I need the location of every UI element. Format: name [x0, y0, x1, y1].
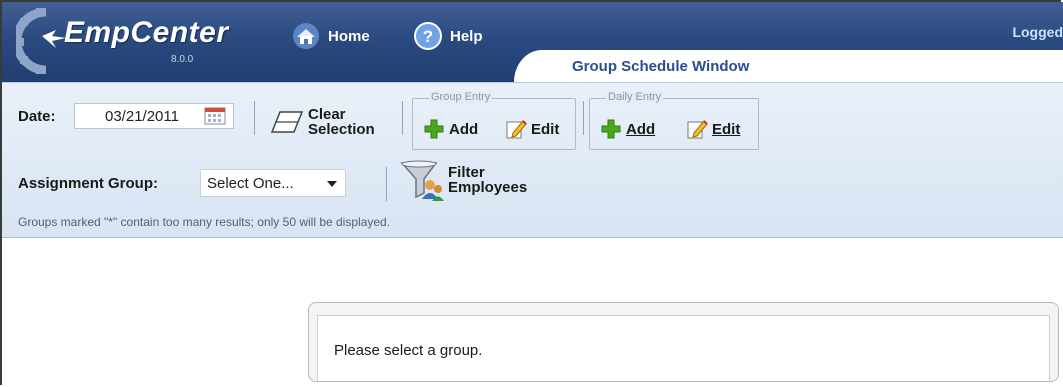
clear-selection-label-1: Clear	[308, 106, 346, 123]
filter-employees-label-1: Filter	[448, 164, 485, 181]
filter-icon	[400, 160, 444, 201]
date-value: 03/21/2011	[105, 108, 179, 125]
logged-in-text: Logged	[1012, 24, 1063, 40]
group-entry-edit-label: Edit	[531, 120, 560, 138]
edit-icon	[506, 120, 527, 139]
home-icon	[293, 23, 319, 49]
daily-entry-edit-label: Edit	[712, 120, 741, 138]
nav-home-link[interactable]: Home	[292, 22, 370, 50]
groups-note: Groups marked "*" contain too many resul…	[18, 215, 391, 229]
nav-help-link[interactable]: ? Help	[414, 22, 483, 50]
assignment-group-value: Select One...	[207, 175, 294, 192]
add-icon	[424, 119, 444, 139]
date-label: Date:	[18, 108, 56, 125]
group-entry-panel: Group Entry Add Edit	[412, 91, 576, 150]
clear-selection-label-2: Selection	[308, 121, 375, 138]
daily-entry-legend: Daily Entry	[606, 91, 664, 103]
nav-help-label: Help	[450, 27, 483, 45]
clear-selection-button[interactable]: Clear Selection	[270, 105, 375, 139]
daily-entry-panel: Daily Entry Add Edit	[589, 91, 759, 150]
assignment-group-label: Assignment Group:	[18, 175, 159, 192]
chevron-down-icon	[327, 181, 337, 187]
daily-entry-add-button[interactable]: Add	[600, 118, 655, 140]
app-logo: EmpCenter 8.0.0	[16, 8, 256, 74]
group-entry-add-label: Add	[449, 120, 479, 138]
toolbar-separator	[386, 167, 387, 201]
toolbar-separator	[402, 101, 403, 135]
message-text: Please select a group.	[334, 342, 483, 359]
app-name: EmpCenter	[64, 16, 229, 49]
app-header: EmpCenter 8.0.0 Home ? Help Logged Group…	[2, 2, 1063, 82]
message-panel: Please select a group.	[308, 302, 1059, 382]
group-entry-edit-button[interactable]: Edit	[505, 118, 559, 140]
group-entry-legend: Group Entry	[429, 91, 493, 103]
help-icon: ?	[414, 22, 442, 50]
group-entry-add-button[interactable]: Add	[423, 118, 478, 140]
toolbar-separator	[254, 101, 255, 135]
nav-home-label: Home	[328, 27, 370, 45]
calendar-icon[interactable]	[204, 107, 226, 125]
app-version: 8.0.0	[171, 54, 194, 65]
filter-employees-button[interactable]: Filter Employees	[400, 159, 527, 201]
filter-employees-label-2: Employees	[448, 179, 528, 196]
window-title: Group Schedule Window	[572, 58, 750, 75]
toolbar: Date: 03/21/2011 Clear Selection Group E…	[2, 82, 1063, 238]
assignment-group-select[interactable]: Select One...	[200, 169, 346, 197]
message-inner: Please select a group.	[317, 315, 1050, 381]
daily-entry-add-label: Add	[626, 120, 656, 138]
edit-icon	[687, 120, 708, 139]
eraser-icon	[270, 111, 304, 133]
daily-entry-edit-button[interactable]: Edit	[686, 118, 740, 140]
toolbar-separator	[583, 101, 584, 135]
svg-text:?: ?	[423, 27, 433, 46]
window-title-tab: Group Schedule Window	[514, 50, 1063, 82]
add-icon	[601, 119, 621, 139]
